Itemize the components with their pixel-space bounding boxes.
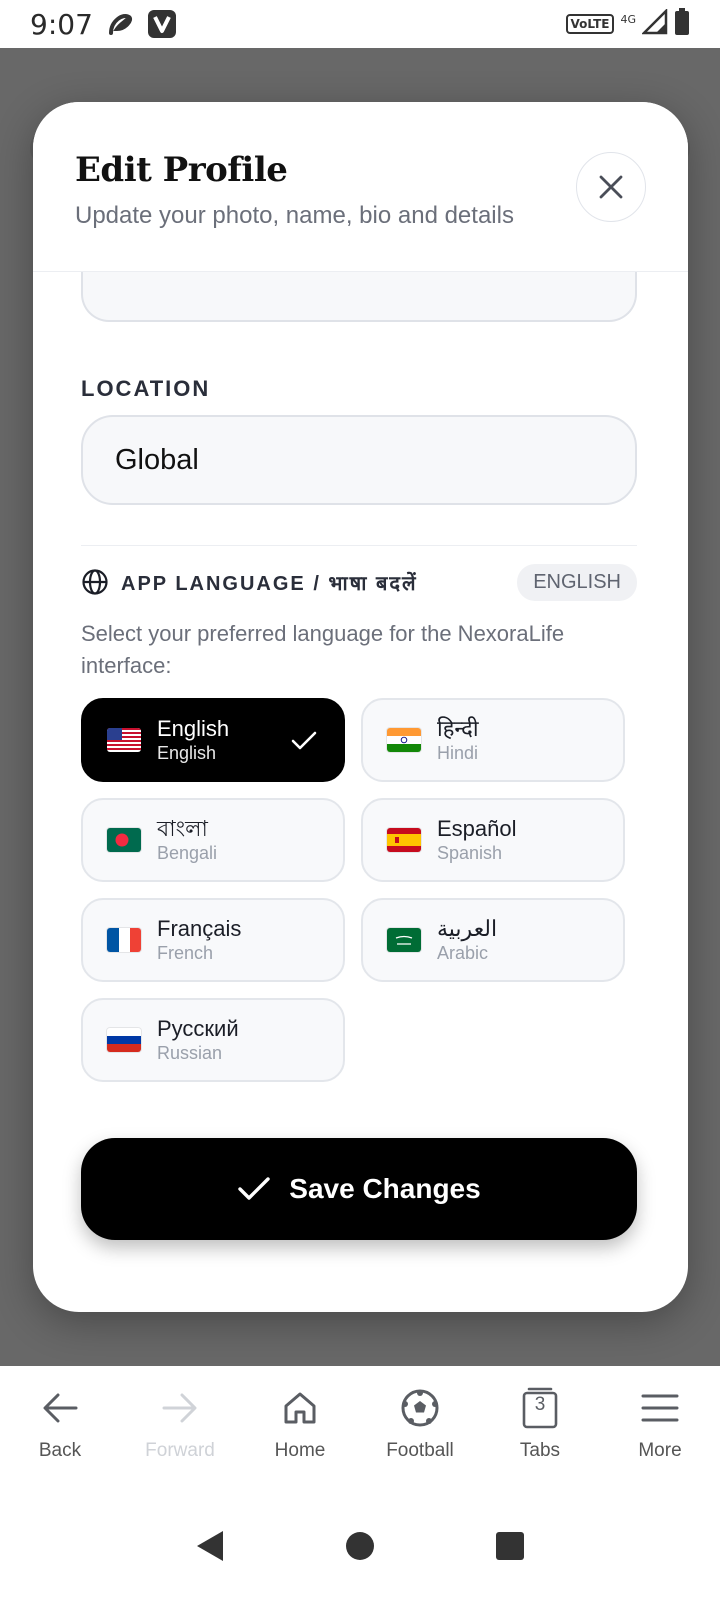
current-language-badge: ENGLISH	[517, 563, 637, 601]
save-changes-label: Save Changes	[289, 1173, 481, 1204]
volte-badge: VoLTE	[565, 14, 615, 34]
language-header: APP LANGUAGE / भाषा बदलें ENGLISH	[81, 563, 637, 601]
language-option-spanish[interactable]: Español Spanish	[361, 798, 625, 882]
language-english-name: French	[157, 943, 214, 963]
nav-football-label: Football	[386, 1440, 454, 1461]
check-icon	[291, 731, 317, 750]
language-english-name: Spanish	[437, 843, 503, 863]
menu-icon	[638, 1386, 682, 1430]
language-description: Select your preferred language for the N…	[81, 621, 565, 678]
language-native-name: العربية	[437, 916, 498, 941]
language-native-name: Français	[157, 916, 242, 941]
language-native-name: हिन्दी	[437, 716, 479, 741]
system-back-icon[interactable]	[195, 1529, 225, 1568]
battery-icon	[674, 7, 690, 41]
language-native-name: Русский	[157, 1016, 239, 1041]
language-english-name: English	[157, 743, 217, 763]
v-app-icon	[147, 9, 177, 39]
spain-flag-icon	[387, 828, 421, 852]
system-recents-icon[interactable]	[495, 1531, 525, 1566]
language-native-name: Español	[437, 816, 517, 841]
status-time: 9:07	[30, 7, 93, 41]
modal-title: Edit Profile	[75, 150, 288, 190]
globe-icon	[81, 568, 109, 596]
save-changes-button[interactable]: Save Changes	[81, 1138, 637, 1240]
nav-more[interactable]: More	[605, 1386, 715, 1462]
language-option-arabic[interactable]: العربية Arabic	[361, 898, 625, 982]
language-native-name: English	[157, 716, 230, 741]
language-native-name: বাংলা	[157, 816, 208, 841]
signal-icon	[640, 7, 668, 40]
language-grid: English English हिन्दी Hindi বাংলা Benga…	[81, 698, 637, 1082]
tabs-icon: 3	[518, 1386, 562, 1430]
india-flag-icon	[387, 728, 421, 752]
status-right-group: VoLTE 4G	[565, 7, 690, 41]
language-option-english[interactable]: English English	[81, 698, 345, 782]
france-flag-icon	[107, 928, 141, 952]
nav-tabs[interactable]: 3 Tabs	[485, 1386, 595, 1462]
nav-forward-label: Forward	[145, 1440, 215, 1461]
football-icon	[398, 1386, 442, 1430]
modal-body[interactable]: LOCATION APP LANGUAGE / भाषा बदलें ENGLI…	[33, 252, 688, 1312]
edit-profile-modal: Edit Profile Update your photo, name, bi…	[33, 102, 688, 1312]
nav-forward[interactable]: Forward	[125, 1386, 235, 1462]
browser-bottom-nav: Back Forward Home Football 3 Tabs More	[0, 1366, 720, 1496]
language-english-name: Bengali	[157, 843, 218, 863]
nav-home-label: Home	[274, 1440, 326, 1461]
check-icon	[238, 1177, 270, 1200]
tabs-count: 3	[534, 1394, 546, 1415]
network-type: 4G	[620, 12, 636, 26]
nav-home[interactable]: Home	[245, 1386, 355, 1462]
nav-back[interactable]: Back	[5, 1386, 115, 1462]
system-home-icon[interactable]	[345, 1531, 375, 1566]
nav-tabs-label: Tabs	[519, 1440, 561, 1461]
russia-flag-icon	[107, 1028, 141, 1052]
nav-football[interactable]: Football	[365, 1386, 475, 1462]
close-icon	[599, 175, 623, 199]
system-nav-bar	[0, 1496, 720, 1600]
arrow-right-icon	[158, 1386, 202, 1430]
language-title: APP LANGUAGE / भाषा बदलें	[121, 572, 418, 595]
nav-back-label: Back	[38, 1440, 82, 1461]
modal-subtitle: Update your photo, name, bio and details	[75, 202, 514, 229]
language-option-russian[interactable]: Русский Russian	[81, 998, 345, 1082]
saudi-flag-icon	[387, 928, 421, 952]
language-english-name: Hindi	[437, 743, 479, 763]
home-icon	[278, 1386, 322, 1430]
language-english-name: Russian	[157, 1043, 223, 1063]
bangladesh-flag-icon	[107, 828, 141, 852]
us-flag-icon	[107, 728, 141, 752]
airtel-icon	[105, 9, 135, 39]
status-bar: 9:07 VoLTE 4G	[0, 0, 720, 48]
nav-more-label: More	[638, 1440, 682, 1461]
language-english-name: Arabic	[437, 943, 489, 963]
location-label: LOCATION	[81, 376, 211, 401]
language-option-bengali[interactable]: বাংলা Bengali	[81, 798, 345, 882]
language-option-hindi[interactable]: हिन्दी Hindi	[361, 698, 625, 782]
arrow-left-icon	[38, 1386, 82, 1430]
section-divider	[81, 545, 637, 546]
modal-header: Edit Profile Update your photo, name, bi…	[33, 102, 688, 272]
location-input[interactable]	[81, 415, 637, 505]
language-option-french[interactable]: Français French	[81, 898, 345, 982]
close-button[interactable]	[576, 152, 646, 222]
